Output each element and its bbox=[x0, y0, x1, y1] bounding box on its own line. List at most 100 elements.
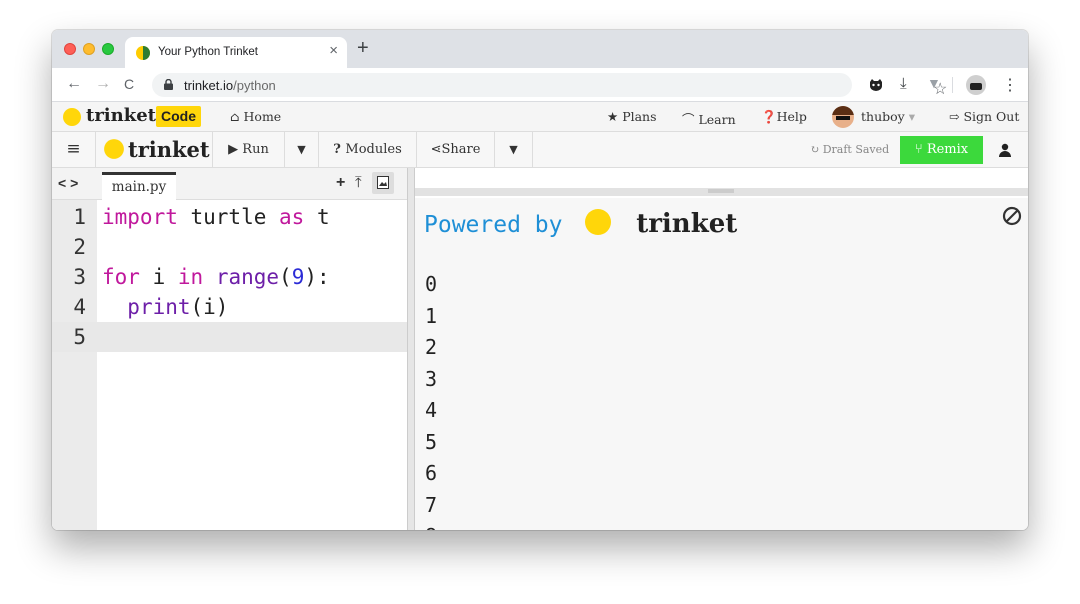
menu-button[interactable]: ≡ bbox=[52, 132, 96, 167]
home-label: Home bbox=[243, 109, 282, 124]
url-path: /python bbox=[233, 78, 276, 93]
powered-by-banner: Powered by trinket bbox=[424, 208, 737, 239]
download-icon[interactable]: ⤓ bbox=[900, 75, 907, 92]
code-token: 9 bbox=[291, 265, 305, 289]
help-link[interactable]: ❓Help bbox=[761, 109, 807, 125]
code-editor[interactable]: < > main.py + ⤒ 1 import turtle as t 2 3 for… bbox=[52, 168, 407, 530]
image-library-button[interactable] bbox=[372, 172, 394, 194]
trinket-brand-button[interactable]: trinket bbox=[96, 132, 213, 167]
run-options-button[interactable]: ▼ bbox=[285, 132, 319, 167]
user-avatar[interactable] bbox=[832, 106, 854, 128]
powered-by-brand: trinket bbox=[636, 209, 738, 239]
code-line[interactable]: 2 bbox=[52, 232, 407, 262]
user-icon[interactable] bbox=[999, 143, 1011, 157]
new-tab-button[interactable]: + bbox=[357, 37, 369, 60]
code-line[interactable]: 3 for i in range(9): bbox=[52, 262, 407, 292]
back-button[interactable]: ← bbox=[66, 75, 82, 93]
modules-label: Modules bbox=[345, 142, 402, 157]
browser-tab[interactable]: Your Python Trinket × bbox=[125, 37, 347, 68]
code-badge[interactable]: Code bbox=[156, 106, 201, 127]
tab-close-icon[interactable]: × bbox=[329, 42, 338, 59]
output-splitter[interactable] bbox=[415, 188, 1028, 196]
code-line[interactable]: 4 print(i) bbox=[52, 292, 407, 322]
file-tab-main[interactable]: main.py bbox=[102, 172, 176, 200]
code-token: (i) bbox=[190, 295, 229, 319]
code-token: range bbox=[215, 265, 280, 289]
line-number: 2 bbox=[73, 235, 86, 259]
learn-link[interactable]: ⌒ Learn bbox=[682, 109, 736, 128]
line-number: 1 bbox=[73, 205, 86, 229]
code-token: in bbox=[177, 265, 204, 289]
close-window-button[interactable] bbox=[64, 43, 76, 55]
output-line: 3 bbox=[425, 366, 438, 391]
lock-icon bbox=[164, 79, 173, 90]
add-file-icon[interactable]: + bbox=[336, 174, 345, 192]
refresh-icon: ↻ bbox=[810, 143, 823, 156]
code-token: t bbox=[304, 205, 330, 229]
browser-menu-icon[interactable]: ⋮ bbox=[1002, 75, 1018, 95]
sign-out-label: Sign Out bbox=[963, 109, 1020, 124]
tab-strip: Your Python Trinket × + bbox=[52, 30, 1028, 68]
graduation-cap-icon: ⌒ bbox=[682, 112, 699, 127]
image-icon bbox=[377, 176, 389, 189]
output-line: 7 bbox=[425, 492, 438, 517]
share-options-button[interactable]: ▼ bbox=[495, 132, 533, 167]
github-extension-icon[interactable] bbox=[868, 78, 884, 92]
trinket-logo-icon[interactable] bbox=[62, 107, 82, 127]
upload-file-icon[interactable]: ⤒ bbox=[355, 174, 362, 191]
minimize-window-button[interactable] bbox=[83, 43, 95, 55]
share-button[interactable]: ⋖Share bbox=[417, 132, 495, 167]
sign-out-link[interactable]: ⇨ Sign Out bbox=[949, 109, 1019, 124]
splitter-grip bbox=[708, 189, 734, 193]
extension-icon[interactable]: ▼ bbox=[927, 75, 941, 91]
code-line[interactable]: 5 bbox=[52, 322, 407, 352]
play-icon: ▶ bbox=[228, 142, 243, 157]
share-label: Share bbox=[441, 142, 481, 157]
code-text: import turtle as t bbox=[102, 202, 330, 232]
caret-down-icon: ▼ bbox=[509, 143, 518, 156]
output-pane: Powered by trinket 0 1 2 3 4 5 6 7 8 bbox=[415, 168, 1028, 530]
code-line[interactable]: 1 import turtle as t bbox=[52, 202, 407, 232]
output-line: 2 bbox=[425, 335, 438, 359]
line-number: 5 bbox=[73, 325, 86, 349]
maximize-window-button[interactable] bbox=[102, 43, 114, 55]
trinket-logo-icon bbox=[585, 209, 612, 235]
home-icon: ⌂ bbox=[230, 109, 244, 124]
run-button[interactable]: ▶ Run bbox=[213, 132, 285, 167]
output-line: 0 bbox=[425, 272, 438, 296]
browser-toolbar: ← → C trinket.io/python ☆ ⤓ ▼ ⋮ bbox=[52, 68, 1028, 102]
fork-icon: ⑂ bbox=[914, 142, 927, 157]
pane-resize-handle[interactable] bbox=[407, 168, 415, 530]
home-link[interactable]: ⌂ Home bbox=[230, 109, 281, 124]
output-line: 1 bbox=[425, 303, 438, 328]
plans-label: Plans bbox=[622, 109, 657, 124]
user-menu[interactable]: thuboy ▾ bbox=[861, 109, 915, 124]
output-line: 6 bbox=[425, 461, 438, 485]
site-header: trinket Code ⌂ Home ★ Plans ⌒ Learn ❓Hel… bbox=[52, 102, 1028, 132]
draft-status-label: Draft Saved bbox=[822, 143, 890, 156]
powered-by-label: Powered by bbox=[424, 212, 563, 238]
toggle-files-icon[interactable]: < > bbox=[58, 175, 78, 191]
clear-output-icon[interactable] bbox=[1002, 206, 1022, 226]
code-token: turtle bbox=[177, 205, 280, 229]
reload-button[interactable]: C bbox=[124, 76, 134, 92]
code-text: print(i) bbox=[102, 292, 228, 322]
browser-window: Your Python Trinket × + ← → C trinket.io… bbox=[52, 30, 1028, 530]
modules-button[interactable]: ? Modules bbox=[319, 132, 417, 167]
code-token: ): bbox=[304, 265, 330, 289]
code-token: as bbox=[279, 205, 305, 229]
output-line: 5 bbox=[425, 429, 438, 454]
profile-avatar[interactable] bbox=[966, 75, 986, 95]
forward-button[interactable]: → bbox=[95, 75, 111, 93]
remix-button[interactable]: ⑂ Remix bbox=[900, 136, 983, 164]
address-bar[interactable]: trinket.io/python ☆ bbox=[152, 73, 947, 98]
question-icon: ? bbox=[333, 142, 346, 157]
code-token: print bbox=[127, 295, 191, 319]
plans-link[interactable]: ★ Plans bbox=[607, 109, 657, 124]
trinket-logo-icon bbox=[104, 139, 124, 159]
site-brand[interactable]: trinket bbox=[86, 105, 156, 126]
star-icon: ★ bbox=[607, 109, 623, 124]
code-text: for i in range(9): bbox=[102, 262, 330, 292]
